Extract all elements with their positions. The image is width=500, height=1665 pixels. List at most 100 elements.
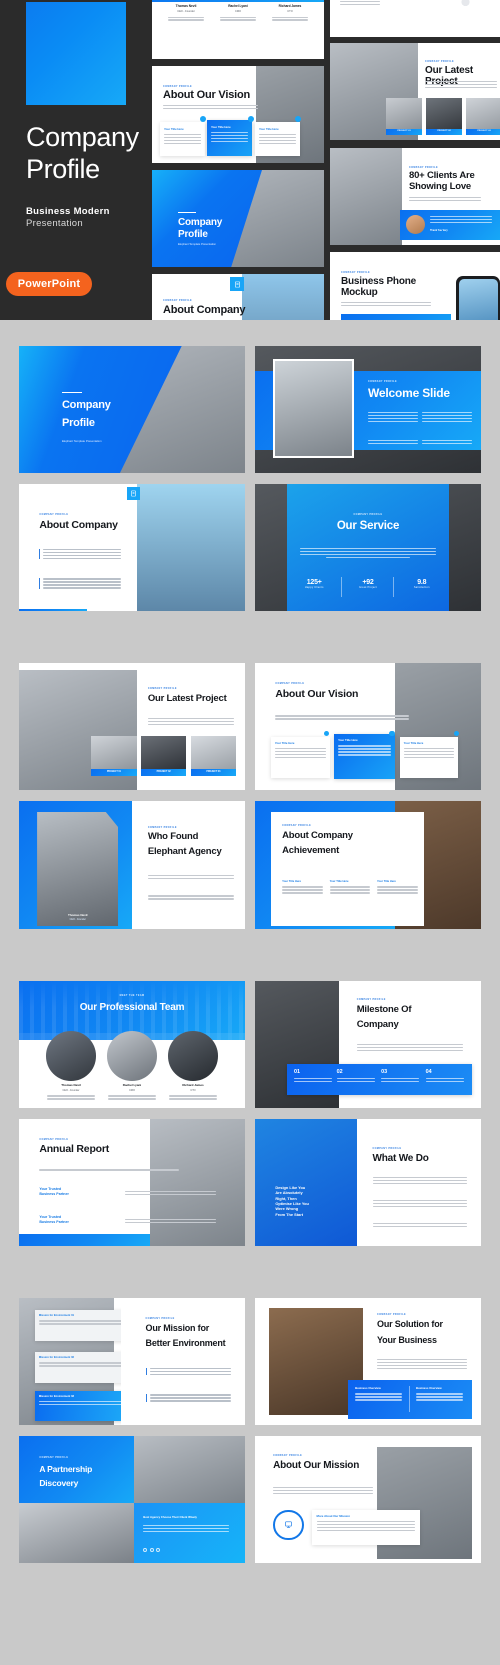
template-preview-page: Thomas Nevil CEO - Founder Rachel Lyani … <box>0 0 500 1589</box>
annual-report-title: Annual Report <box>39 1143 110 1156</box>
hero-mini-phone: COMPANY PROFILE Business Phone Mockup +2… <box>330 252 500 320</box>
who-found-title-1: Who Found <box>147 830 199 842</box>
section-2: COMPANY PROFILE Our Latest Project PROJE… <box>0 637 500 954</box>
slide-about-vision[interactable]: COMPANY PROFILE About Our Vision Your Ti… <box>255 663 481 791</box>
section-4: Mission for Environment 01 Mission for E… <box>0 1272 500 1589</box>
hero-title-line2: Profile <box>26 153 100 184</box>
slide-partnership-discovery[interactable]: COMPANY PROFILE A Partnership Discovery … <box>19 1435 245 1563</box>
partnership-footer-title: Best Agency Choose Their Client Wisely <box>143 1514 197 1519</box>
team-member-role: CEO - Founder <box>62 1088 80 1092</box>
slide-latest-project[interactable]: COMPANY PROFILE Our Latest Project PROJE… <box>19 663 245 791</box>
slide-solution-business[interactable]: COMPANY PROFILE Our Solution for Your Bu… <box>255 1297 481 1425</box>
hero-vision-title: About Our Vision <box>163 89 251 101</box>
eyebrow: COMPANY PROFILE <box>282 824 312 828</box>
vision-card-title: Your Title Here <box>338 738 358 743</box>
quote-line: Design Like You <box>275 1184 306 1190</box>
team-member-name: Thomas Nevil <box>61 1083 81 1088</box>
cover-title-line2: Profile <box>61 417 95 430</box>
milestone-step-number: 04 <box>425 1069 432 1076</box>
eyebrow: COMPANY PROFILE <box>163 85 193 88</box>
achievement-title-2: Achievement <box>282 844 340 856</box>
eyebrow: COMPANY PROFILE <box>425 60 455 63</box>
milestone-step-number: 01 <box>294 1069 301 1076</box>
hero-clients-title-2: Showing Love <box>409 181 471 192</box>
hero-cover-title-2: Profile <box>178 229 208 240</box>
slide-milestone[interactable]: COMPANY PROFILE Milestone Of Company 01 … <box>255 980 481 1108</box>
solution-title-1: Our Solution for <box>377 1319 443 1330</box>
mission-card-title: More About Our Mission <box>316 1513 350 1518</box>
slide-company-achievement[interactable]: COMPANY PROFILE About Company Achievemen… <box>255 801 481 929</box>
presentation-icon <box>273 1509 304 1541</box>
social-icons[interactable] <box>143 1547 161 1552</box>
eyebrow: COMPANY PROFILE <box>145 1316 175 1320</box>
hero-project-tag: PROJECT 03 <box>477 129 491 132</box>
eyebrow: COMPANY PROFILE <box>356 998 386 1002</box>
what-we-do-title: What We Do <box>372 1152 429 1164</box>
team-member-name: Rachel Lyani <box>122 1083 142 1088</box>
slide-our-service[interactable]: COMPANY PROFILE Our Service 125+ Happy C… <box>255 484 481 612</box>
person-name: Thomas Nevil <box>68 912 88 917</box>
hero-phone-title-2: Mockup <box>341 287 378 298</box>
cover-subtitle: Elephant Template Presentation <box>61 438 102 443</box>
hero-banner: Thomas Nevil CEO - Founder Rachel Lyani … <box>0 0 500 320</box>
quote-line: Optimise Like You <box>275 1200 309 1206</box>
twitter-icon[interactable] <box>149 1547 154 1552</box>
hero-mini-about: COMPANY PROFILE About Company <box>152 274 324 320</box>
mission-title-1: Our Mission for <box>145 1323 210 1334</box>
annual-item-title-2: Business Partner <box>39 1219 69 1224</box>
slide-welcome[interactable]: COMPANY PROFILE Welcome Slide <box>255 346 481 474</box>
hero-mini-cover: Company Profile Elephant Template Presen… <box>152 170 324 267</box>
hero-team-name: Thomas Nevil <box>175 4 197 8</box>
plus-badge-icon <box>323 730 330 737</box>
slide-annual-report[interactable]: COMPANY PROFILE Annual Report Your Trust… <box>19 1118 245 1246</box>
team-title: Our Professional Team <box>79 1002 185 1014</box>
hero-title-line1: Company <box>26 122 139 152</box>
page-title: Company Profile <box>26 122 139 186</box>
document-icon <box>230 277 244 291</box>
what-we-do-quote: Design Like You Are Absolutely Right, Th… <box>275 1185 309 1217</box>
achievement-card-title: Your Title Here <box>282 880 301 884</box>
eyebrow: COMPANY PROFILE <box>163 299 193 302</box>
our-service-title: Our Service <box>336 519 400 532</box>
eyebrow: COMPANY PROFILE <box>273 1453 303 1457</box>
partnership-title-1: A Partnership <box>39 1464 93 1475</box>
eyebrow: COMPANY PROFILE <box>275 682 305 686</box>
facebook-icon[interactable] <box>143 1547 148 1552</box>
hero-mini-latest-project: COMPANY PROFILE Our Latest Project PROJE… <box>330 43 500 140</box>
slide-what-we-do[interactable]: Design Like You Are Absolutely Right, Th… <box>255 1118 481 1246</box>
slide-mission-environment[interactable]: Mission for Environment 01 Mission for E… <box>19 1297 245 1425</box>
hero-color-swatch <box>26 2 126 105</box>
annual-item-title-1: Your Trusted <box>39 1215 62 1220</box>
powerpoint-badge[interactable]: PowerPoint <box>6 272 92 296</box>
hero-left-panel: Company Profile Business Modern Presenta… <box>0 0 152 320</box>
hero-cover-title-1: Company <box>178 217 223 228</box>
slide-professional-team[interactable]: MEET THE TEAM Our Professional Team Thom… <box>19 980 245 1108</box>
section-1: Company Profile Elephant Template Presen… <box>0 320 500 637</box>
project-tag: PROJECT 03 <box>206 771 221 774</box>
hero-subtitle-line1: Business Modern <box>26 206 110 217</box>
about-mission-title: About Our Mission <box>273 1460 360 1472</box>
eyebrow: COMPANY PROFILE <box>39 1456 69 1460</box>
milestone-step-number: 03 <box>381 1069 388 1076</box>
hero-mini-vision: COMPANY PROFILE About Our Vision Your Ti… <box>152 66 324 163</box>
eyebrow: COMPANY PROFILE <box>409 166 439 169</box>
quote-line: Were Wrong <box>275 1206 299 1212</box>
hero-vision-card-title: Your Title Here <box>211 125 231 129</box>
slide-who-found[interactable]: COMPANY PROFILE Who Found Elephant Agenc… <box>19 801 245 929</box>
slide-cover[interactable]: Company Profile Elephant Template Presen… <box>19 346 245 474</box>
welcome-title: Welcome Slide <box>368 385 450 400</box>
hero-team-name: Rachel Lyani <box>228 4 248 8</box>
eyebrow: COMPANY PROFILE <box>372 1146 402 1150</box>
service-stat-label: Happy Clients <box>304 586 324 590</box>
hero-vision-card-title: Your Title Here <box>259 127 279 131</box>
hero-vision-card-title: Your Title Here <box>164 127 184 131</box>
hero-team-role: CMO <box>234 9 242 13</box>
slide-about-our-mission[interactable]: COMPANY PROFILE About Our Mission More A… <box>255 1435 481 1563</box>
slide-about-company[interactable]: COMPANY PROFILE About Company <box>19 484 245 612</box>
hero-mini-map <box>330 0 500 37</box>
quote-line: From The Start <box>275 1211 303 1217</box>
quote-line: Right, Then <box>275 1195 297 1201</box>
instagram-icon[interactable] <box>156 1547 161 1552</box>
hero-project-tag: PROJECT 02 <box>437 129 451 132</box>
plus-badge-icon <box>389 730 395 737</box>
